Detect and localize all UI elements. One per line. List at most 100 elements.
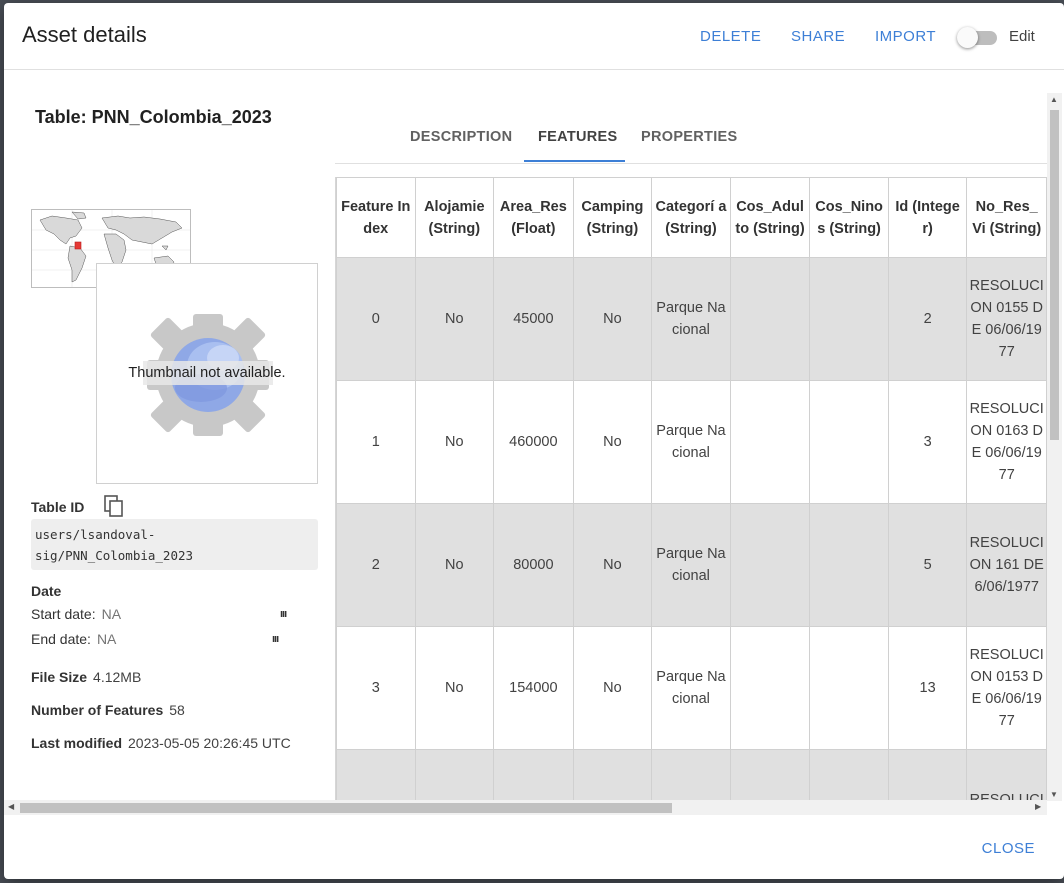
table-cell: No xyxy=(572,380,653,504)
horizontal-scrollbar[interactable]: ◀ ▶ xyxy=(4,800,1047,815)
last-modified-label: Last modified xyxy=(31,735,123,751)
table-cell: Parque Nacional xyxy=(651,503,731,627)
table-cell xyxy=(809,749,889,801)
table-cell: RESOLUCION 0155 DE 06/06/1977 xyxy=(966,257,1047,381)
scroll-up-icon[interactable]: ▲ xyxy=(1050,95,1058,104)
table-cell: 2 xyxy=(887,257,968,381)
table-cell: 80000 xyxy=(493,503,574,627)
table-cell: No xyxy=(572,626,653,750)
table-row[interactable]: 2 No 80000 No Parque Nacional 5 RESOLUCION 161… xyxy=(336,503,1047,627)
asset-tabs: DESCRIPTION FEATURES PROPERTIES xyxy=(335,115,1047,164)
column-header: Categorí a (String) xyxy=(651,177,731,258)
asset-title: Table: PNN_Colombia_2023 xyxy=(35,107,272,127)
table-cell xyxy=(572,749,653,801)
tab-features[interactable]: FEATURES xyxy=(538,129,617,145)
table-row[interactable]: 1 No 460000 No Parque Nacional 3 RESOLUCION 01… xyxy=(336,380,1047,504)
table-cell xyxy=(729,257,811,381)
delete-button[interactable]: DELETE xyxy=(700,28,761,45)
table-header-row: Feature Index Alojamie (String) Area_Res (… xyxy=(336,177,1047,258)
start-date-label: Start date: xyxy=(31,606,96,622)
table-cell: Parque Nacional xyxy=(651,257,731,381)
vertical-scroll-thumb[interactable] xyxy=(1050,110,1059,440)
column-header: Area_Res (Float) xyxy=(493,177,574,258)
table-cell: RESOLUCION 0163 DE 06/06/1977 xyxy=(966,380,1047,504)
edit-toggle[interactable] xyxy=(957,26,999,48)
horizontal-scroll-thumb[interactable] xyxy=(20,803,672,813)
column-header: Cos_Adul to (String) xyxy=(729,177,811,258)
file-size-label: File Size xyxy=(31,669,88,685)
table-cell xyxy=(414,749,495,801)
table-cell: RESOLUCION 161 DE 6/06/1977 xyxy=(966,503,1047,627)
table-cell: RESOLUCION 0153 DE 06/06/1977 xyxy=(966,626,1047,750)
column-header: Alojamie (String) xyxy=(414,177,495,258)
share-button[interactable]: SHARE xyxy=(791,28,845,45)
table-cell xyxy=(809,380,889,504)
active-tab-indicator xyxy=(524,160,625,162)
column-header: Camping (String) xyxy=(572,177,653,258)
tab-properties[interactable]: PROPERTIES xyxy=(641,129,737,145)
close-button[interactable]: CLOSE xyxy=(982,840,1035,857)
file-size-value: 4.12MB xyxy=(93,669,142,685)
table-cell: No xyxy=(572,503,653,627)
table-cell xyxy=(729,626,811,750)
end-date-value: NA xyxy=(96,631,117,647)
edit-toggle-knob xyxy=(957,27,978,48)
table-cell: 13 xyxy=(887,626,968,750)
table-cell xyxy=(809,257,889,381)
table-cell: 3 xyxy=(887,380,968,504)
column-header: Cos_Nino s (String) xyxy=(809,177,889,258)
number-of-features-row: Number of Features 58 xyxy=(31,702,185,718)
scroll-left-icon[interactable]: ◀ xyxy=(8,802,14,811)
table-cell: No xyxy=(414,380,495,504)
table-cell xyxy=(729,749,811,801)
table-cell: 2 xyxy=(336,503,416,627)
column-header: No_Res_ Vi (String) xyxy=(966,177,1047,258)
dialog-content[interactable]: Table: PNN_Colombia_2023 Thumbnail not a… xyxy=(4,71,1050,801)
start-date-row: Start date: NA xyxy=(31,606,121,622)
vertical-scrollbar[interactable]: ▲ ▼ xyxy=(1047,93,1062,801)
thumbnail-unavailable-text: Thumbnail not available. xyxy=(128,365,286,381)
asset-details-dialog: Asset details DELETE SHARE IMPORT Edit T… xyxy=(4,3,1064,879)
column-header: Feature Index xyxy=(336,177,416,258)
table-id-line-2: sig/PNN_Colombia_2023 xyxy=(35,548,194,563)
scroll-right-icon[interactable]: ▶ xyxy=(1035,802,1041,811)
import-button[interactable]: IMPORT xyxy=(875,28,936,45)
table-cell: Parque Nacional xyxy=(651,626,731,750)
table-cell: 1 xyxy=(336,380,416,504)
number-of-features-value: 58 xyxy=(169,702,185,718)
features-table: Feature Index Alojamie (String) Area_Res (… xyxy=(336,177,1047,801)
calendar-icon[interactable]: ııı xyxy=(272,633,279,645)
table-cell: 460000 xyxy=(493,380,574,504)
start-date-value: NA xyxy=(101,606,122,622)
table-cell: No xyxy=(414,257,495,381)
copy-icon[interactable] xyxy=(104,495,124,517)
scroll-down-icon[interactable]: ▼ xyxy=(1050,790,1058,799)
table-cell: No xyxy=(572,257,653,381)
thumbnail-placeholder: Thumbnail not available. xyxy=(96,263,318,484)
table-cell: 0 xyxy=(336,257,416,381)
last-modified-value: 2023-05-05 20:26:45 UTC xyxy=(128,735,291,751)
table-cell xyxy=(729,503,811,627)
table-id-value: users/lsandoval- sig/PNN_Colombia_2023 xyxy=(31,519,318,570)
column-header: Id (Integer) xyxy=(887,177,968,258)
dialog-header: Asset details DELETE SHARE IMPORT Edit xyxy=(4,3,1064,70)
table-row[interactable]: 3 No 154000 No Parque Nacional 13 RESOLUCION 0… xyxy=(336,626,1047,750)
table-cell: No xyxy=(414,626,495,750)
table-cell: RESOLUCION 0190 xyxy=(966,749,1047,801)
calendar-icon[interactable]: ııı xyxy=(280,608,287,620)
table-cell: Parque xyxy=(651,749,731,801)
table-id-line-1: users/lsandoval- xyxy=(35,527,156,542)
table-cell: No xyxy=(414,503,495,627)
table-cell xyxy=(493,749,574,801)
table-row[interactable]: 0 No 45000 No Parque Nacional 2 RESOLUCION 015… xyxy=(336,257,1047,381)
date-label: Date xyxy=(31,583,62,599)
table-row[interactable]: Parque RESOLUCION 0190 xyxy=(336,749,1047,801)
end-date-label: End date: xyxy=(31,631,91,647)
file-size-row: File Size 4.12MB xyxy=(31,669,141,685)
number-of-features-label: Number of Features xyxy=(31,702,164,718)
end-date-row: End date: NA xyxy=(31,631,116,647)
table-cell xyxy=(336,749,416,801)
table-cell: 3 xyxy=(336,626,416,750)
tab-description[interactable]: DESCRIPTION xyxy=(410,129,512,145)
table-cell xyxy=(729,380,811,504)
